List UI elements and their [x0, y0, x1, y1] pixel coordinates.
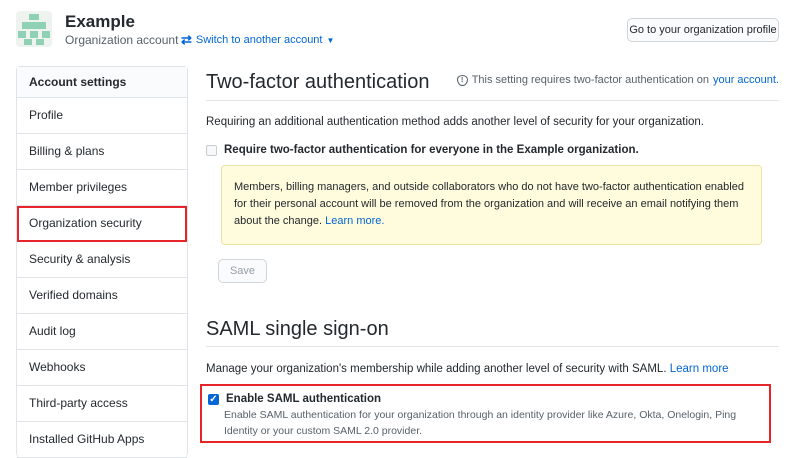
- sidebar-item-organization-security[interactable]: Organization security: [17, 206, 187, 242]
- sidebar-heading: Account settings: [17, 67, 187, 98]
- switch-arrows-icon: ⇄: [181, 32, 192, 47]
- sidebar-item-security-analysis[interactable]: Security & analysis: [17, 242, 187, 278]
- enable-saml-checkbox[interactable]: ✓: [208, 393, 219, 405]
- saml-description-text: Manage your organization's membership wh…: [206, 363, 667, 375]
- two-factor-header: Two-factor authentication ! This setting…: [206, 66, 779, 101]
- require-2fa-label: Require two-factor authentication for ev…: [224, 144, 639, 156]
- your-account-link[interactable]: your account.: [713, 74, 779, 86]
- saml-header: SAML single sign-on: [206, 312, 779, 347]
- sidebar-item-verified-domains[interactable]: Verified domains: [17, 278, 187, 314]
- saml-learn-more-link[interactable]: Learn more: [670, 363, 729, 375]
- enable-saml-label: Enable SAML authentication: [226, 393, 382, 405]
- sidebar-item-audit-log[interactable]: Audit log: [17, 314, 187, 350]
- sidebar-item-profile[interactable]: Profile: [17, 98, 187, 134]
- switch-account-label: Switch to another account: [195, 34, 323, 46]
- org-name: Example: [65, 12, 135, 31]
- enable-saml-note: Enable SAML authentication for your orga…: [224, 409, 737, 437]
- go-to-profile-button[interactable]: Go to your organization profile: [627, 18, 779, 42]
- switch-account-link[interactable]: ⇄ Switch to another account ▼: [181, 32, 334, 48]
- sidebar-item-billing[interactable]: Billing & plans: [17, 134, 187, 170]
- saml-title: SAML single sign-on: [206, 318, 389, 340]
- sidebar-item-member-privileges[interactable]: Member privileges: [17, 170, 187, 206]
- sidebar-item-third-party-access[interactable]: Third-party access: [17, 386, 187, 422]
- learn-more-link[interactable]: Learn more.: [325, 215, 384, 227]
- shield-icon: !: [456, 74, 468, 86]
- save-button[interactable]: Save: [218, 259, 267, 283]
- main-content: Two-factor authentication ! This setting…: [200, 66, 779, 443]
- enable-saml-section: ✓ Enable SAML authentication Enable SAML…: [200, 384, 771, 443]
- org-avatar: [16, 11, 52, 47]
- notice-text: This setting requires two-factor authent…: [471, 74, 709, 86]
- org-type-label: Organization account: [65, 33, 179, 47]
- caret-down-icon: ▼: [326, 35, 335, 45]
- two-factor-title: Two-factor authentication: [206, 71, 430, 93]
- account-settings-sidebar: Account settings Profile Billing & plans…: [16, 66, 188, 458]
- require-2fa-option[interactable]: Require two-factor authentication for ev…: [206, 144, 639, 156]
- saml-description: Manage your organization's membership wh…: [206, 363, 729, 375]
- two-factor-warning: Members, billing managers, and outside c…: [221, 165, 762, 245]
- require-2fa-checkbox[interactable]: [206, 144, 217, 156]
- sidebar-item-webhooks[interactable]: Webhooks: [17, 350, 187, 386]
- enable-saml-option[interactable]: ✓ Enable SAML authentication: [208, 393, 769, 405]
- two-factor-notice: ! This setting requires two-factor authe…: [456, 74, 779, 86]
- warning-text: Members, billing managers, and outside c…: [234, 181, 744, 227]
- sidebar-item-installed-apps[interactable]: Installed GitHub Apps: [17, 422, 187, 458]
- two-factor-description: Requiring an additional authentication m…: [206, 116, 705, 128]
